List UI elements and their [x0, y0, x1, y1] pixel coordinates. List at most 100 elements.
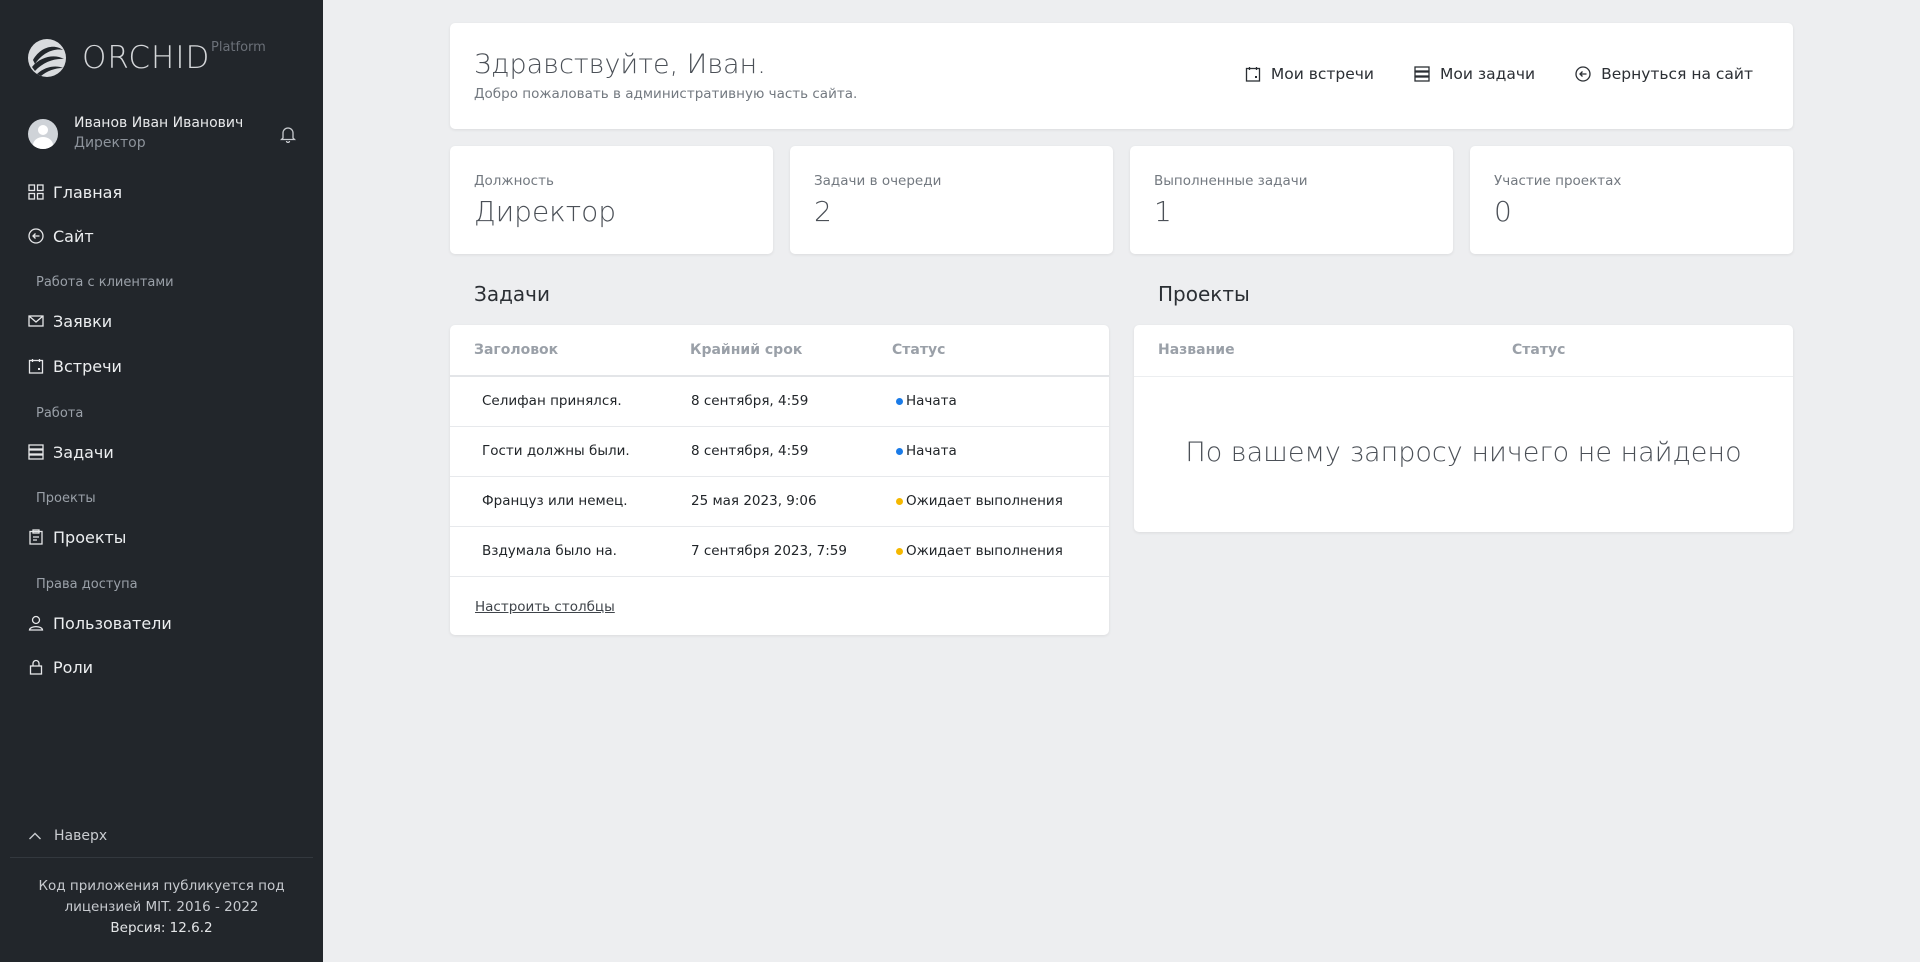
task-status: Ожидает выполнения — [896, 543, 1063, 559]
task-title[interactable]: Вздумала было на. — [482, 543, 617, 559]
column-header-title[interactable]: Заголовок — [474, 342, 558, 358]
nav-section-projects: Проекты — [36, 491, 96, 506]
envelope-icon — [28, 315, 44, 327]
table-row[interactable]: Вздумала было на. 7 сентября 2023, 7:59 … — [450, 527, 1109, 577]
sidebar-divider — [10, 857, 313, 858]
status-label: Начата — [906, 393, 957, 409]
brand[interactable]: ORCHID Platform — [27, 36, 266, 80]
nav-section-access: Права доступа — [36, 577, 138, 592]
back-to-top-button[interactable]: Наверх — [28, 828, 107, 844]
sidebar-item-projects[interactable]: Проекты — [28, 524, 126, 550]
page-subtitle: Добро пожаловать в административную част… — [474, 86, 858, 102]
sidebar-item-label: Роли — [53, 657, 94, 677]
configure-columns-link[interactable]: Настроить столбцы — [475, 599, 615, 615]
calendar-icon — [1245, 67, 1261, 82]
my-meetings-link[interactable]: Мои встречи — [1245, 65, 1374, 83]
my-meetings-label: Мои встречи — [1270, 65, 1375, 83]
clipboard-icon — [29, 529, 43, 545]
table-row[interactable]: Селифан принялся. 8 сентября, 4:59 Начат… — [450, 377, 1109, 427]
stat-label: Задачи в очереди — [814, 173, 942, 189]
projects-table: Название Статус По вашему запросу ничего… — [1134, 325, 1793, 532]
nav-section-work: Работа — [36, 406, 84, 421]
stack-icon — [1414, 66, 1430, 82]
brand-sub: Platform — [211, 40, 266, 55]
calendar-icon — [28, 359, 44, 374]
status-dot — [896, 447, 903, 455]
table-header: Заголовок Крайний срок Статус — [450, 325, 1109, 377]
sidebar-item-label: Заявки — [53, 311, 113, 331]
task-deadline: 8 сентября, 4:59 — [691, 393, 809, 409]
arrow-left-circle-icon — [28, 228, 44, 244]
status-dot — [896, 497, 903, 505]
sidebar-item-site[interactable]: Сайт — [28, 223, 94, 249]
welcome-card: Здравствуйте, Иван. Добро пожаловать в а… — [450, 23, 1793, 129]
page-title: Здравствуйте, Иван. — [474, 49, 766, 80]
my-tasks-link[interactable]: Мои задачи — [1414, 65, 1535, 83]
sidebar-item-label: Встречи — [53, 356, 122, 376]
sidebar-item-label: Задачи — [53, 442, 114, 462]
stat-card-completed-tasks: Выполненные задачи 1 — [1130, 146, 1453, 254]
user-icon — [28, 615, 44, 631]
user-name: Иванов Иван Иванович — [74, 115, 244, 131]
license-text-line1: Код приложения публикуется под — [38, 878, 285, 894]
quick-links: Мои встречи Мои задачи Вернуться на сайт — [1205, 65, 1753, 83]
task-title[interactable]: Француз или немец. — [482, 493, 628, 509]
task-deadline: 7 сентября 2023, 7:59 — [691, 543, 847, 559]
sidebar-footer: Код приложения публикуется под лицензией… — [30, 876, 293, 939]
task-status: Ожидает выполнения — [896, 493, 1063, 509]
stat-value: 1 — [1154, 195, 1172, 228]
stat-card-projects: Участие проектах 0 — [1470, 146, 1793, 254]
sidebar-item-home[interactable]: Главная — [28, 179, 122, 205]
task-title[interactable]: Гости должны были. — [482, 443, 630, 459]
sidebar-item-requests[interactable]: Заявки — [28, 308, 112, 334]
back-to-site-link[interactable]: Вернуться на сайт — [1575, 65, 1753, 83]
table-row[interactable]: Француз или немец. 25 мая 2023, 9:06 Ожи… — [450, 477, 1109, 527]
task-deadline: 8 сентября, 4:59 — [691, 443, 809, 459]
stack-icon — [28, 444, 44, 460]
license-text-line2: лицензией MIT. 2016 - 2022 — [64, 899, 259, 915]
status-label: Ожидает выполнения — [906, 543, 1063, 559]
back-to-top-label: Наверх — [54, 828, 108, 844]
table-header: Название Статус — [1134, 325, 1793, 377]
task-status: Начата — [896, 443, 957, 459]
nav-section-clients: Работа с клиентами — [36, 275, 174, 290]
my-tasks-label: Мои задачи — [1440, 65, 1536, 83]
task-title[interactable]: Селифан принялся. — [482, 393, 622, 409]
tasks-table: Заголовок Крайний срок Статус Селифан пр… — [450, 325, 1109, 635]
stat-label: Участие проектах — [1494, 173, 1622, 189]
status-dot — [896, 547, 903, 555]
sidebar-item-users[interactable]: Пользователи — [28, 610, 172, 636]
tasks-section-title: Задачи — [474, 282, 550, 306]
sidebar-item-meetings[interactable]: Встречи — [28, 353, 122, 379]
avatar — [28, 119, 58, 149]
column-header-name[interactable]: Название — [1158, 342, 1235, 358]
sidebar-item-tasks[interactable]: Задачи — [28, 439, 114, 465]
status-label: Начата — [906, 443, 957, 459]
sidebar-item-label: Проекты — [53, 527, 127, 547]
orchid-logo-icon — [28, 39, 66, 77]
stat-value: Директор — [474, 195, 617, 228]
stat-value: 2 — [814, 195, 832, 228]
projects-section-title: Проекты — [1158, 282, 1250, 306]
task-status: Начата — [896, 393, 957, 409]
grid-icon — [28, 184, 44, 200]
task-deadline: 25 мая 2023, 9:06 — [691, 493, 817, 509]
sidebar-item-label: Сайт — [53, 226, 94, 246]
table-row[interactable]: Гости должны были. 8 сентября, 4:59 Нача… — [450, 427, 1109, 477]
stat-card-queued-tasks: Задачи в очереди 2 — [790, 146, 1113, 254]
column-header-status[interactable]: Статус — [892, 342, 945, 358]
back-to-site-label: Вернуться на сайт — [1601, 65, 1753, 83]
column-header-status[interactable]: Статус — [1512, 342, 1565, 358]
column-header-deadline[interactable]: Крайний срок — [690, 342, 802, 358]
user-role: Директор — [74, 135, 146, 151]
status-dot — [896, 397, 903, 405]
sidebar: ORCHID Platform Иванов Иван Иванович Дир… — [0, 0, 323, 962]
sidebar-item-label: Главная — [53, 182, 123, 202]
arrow-left-circle-icon — [1575, 66, 1591, 82]
sidebar-item-roles[interactable]: Роли — [28, 654, 93, 680]
user-profile[interactable]: Иванов Иван Иванович Директор — [28, 114, 300, 154]
chevron-up-icon — [29, 832, 41, 840]
brand-name: ORCHID — [82, 40, 211, 76]
bell-icon[interactable] — [280, 125, 296, 143]
version-text: Версия: 12.6.2 — [110, 920, 213, 936]
